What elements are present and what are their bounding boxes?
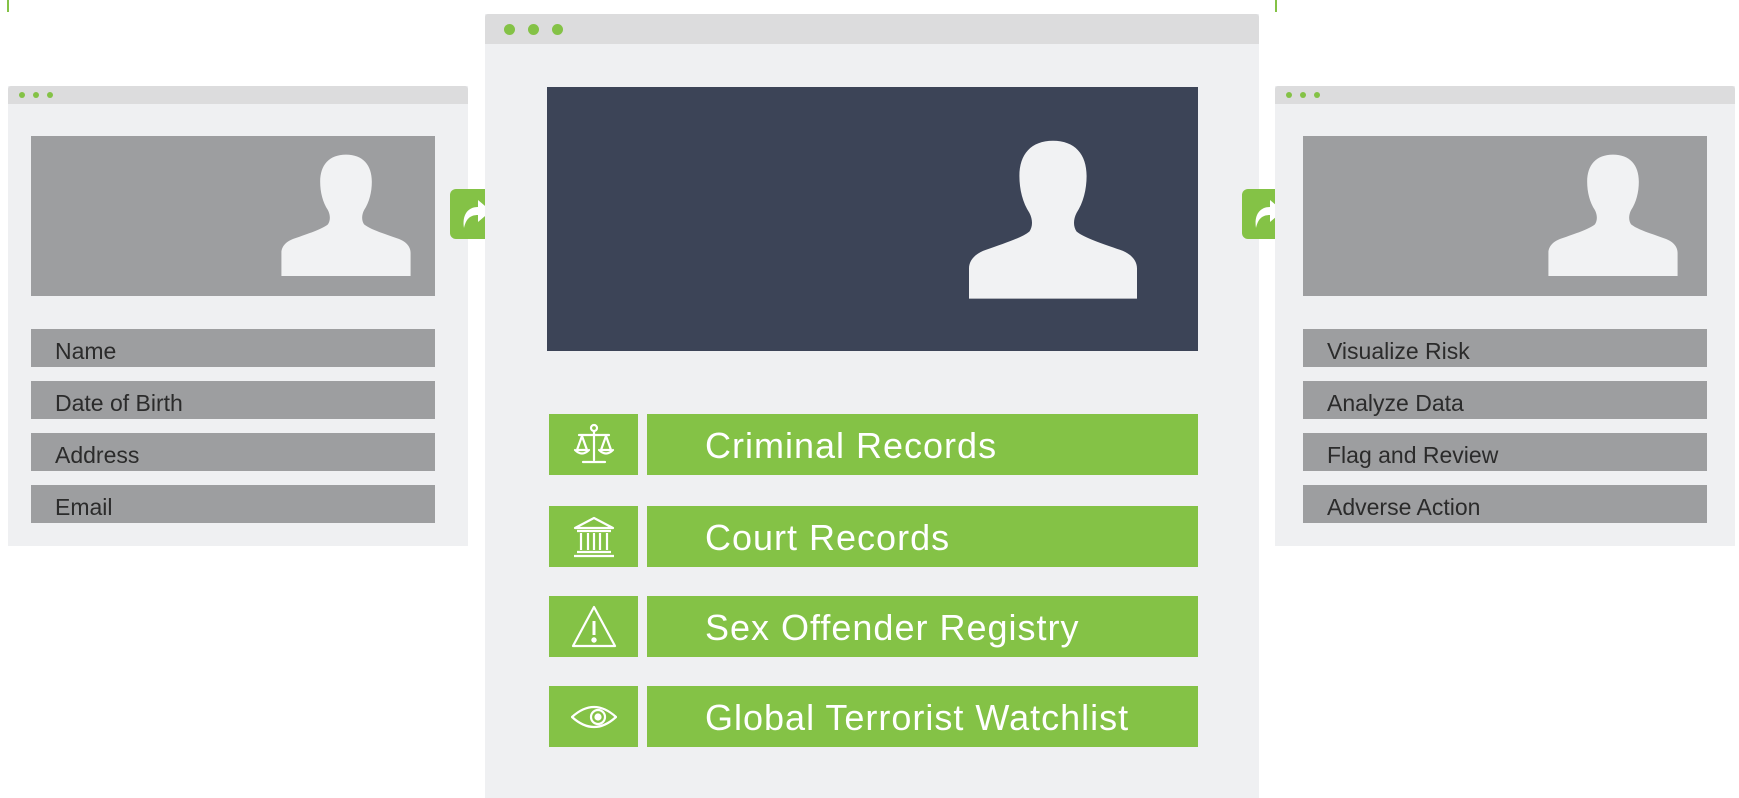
record-icon-tile: [549, 596, 638, 657]
window-dot: [552, 24, 563, 35]
person-silhouette-icon: [1548, 154, 1678, 276]
person-silhouette-icon: [969, 140, 1137, 299]
window-dot: [504, 24, 515, 35]
left-edge-line: [7, 0, 9, 12]
window-dot: [1300, 92, 1306, 98]
window-dot: [1314, 92, 1320, 98]
profile-photo-placeholder: [1303, 136, 1707, 296]
warning-triangle-icon: [571, 605, 617, 648]
search-window: Criminal Records Court Records Sex Offen…: [485, 14, 1259, 798]
record-global-terrorist-watchlist: Global Terrorist Watchlist: [647, 686, 1198, 747]
window-dot: [19, 92, 25, 98]
input-window: Name Date of Birth Address Email: [8, 86, 468, 546]
record-sex-offender-registry: Sex Offender Registry: [647, 596, 1198, 657]
action-flag-and-review: Flag and Review: [1303, 433, 1707, 471]
profile-photo-hero: [547, 87, 1198, 351]
profile-photo-placeholder: [31, 136, 435, 296]
input-field-date-of-birth: Date of Birth: [31, 381, 435, 419]
window-dot: [33, 92, 39, 98]
record-icon-tile: [549, 414, 638, 475]
window-dot: [528, 24, 539, 35]
window-titlebar: [8, 86, 468, 104]
courthouse-icon: [573, 516, 615, 558]
record-icon-tile: [549, 686, 638, 747]
input-field-address: Address: [31, 433, 435, 471]
window-dot: [1286, 92, 1292, 98]
window-titlebar: [485, 14, 1259, 44]
action-visualize-risk: Visualize Risk: [1303, 329, 1707, 367]
record-icon-tile: [549, 506, 638, 567]
input-field-email: Email: [31, 485, 435, 523]
window-titlebar: [1275, 86, 1735, 104]
output-window: Visualize Risk Analyze Data Flag and Rev…: [1275, 86, 1735, 546]
action-adverse-action: Adverse Action: [1303, 485, 1707, 523]
record-court-records: Court Records: [647, 506, 1198, 567]
input-field-name: Name: [31, 329, 435, 367]
eye-icon: [571, 705, 617, 729]
scales-of-justice-icon: [573, 423, 615, 464]
person-silhouette-icon: [281, 154, 411, 276]
right-edge-line: [1275, 0, 1277, 12]
action-analyze-data: Analyze Data: [1303, 381, 1707, 419]
window-dot: [47, 92, 53, 98]
record-criminal-records: Criminal Records: [647, 414, 1198, 475]
